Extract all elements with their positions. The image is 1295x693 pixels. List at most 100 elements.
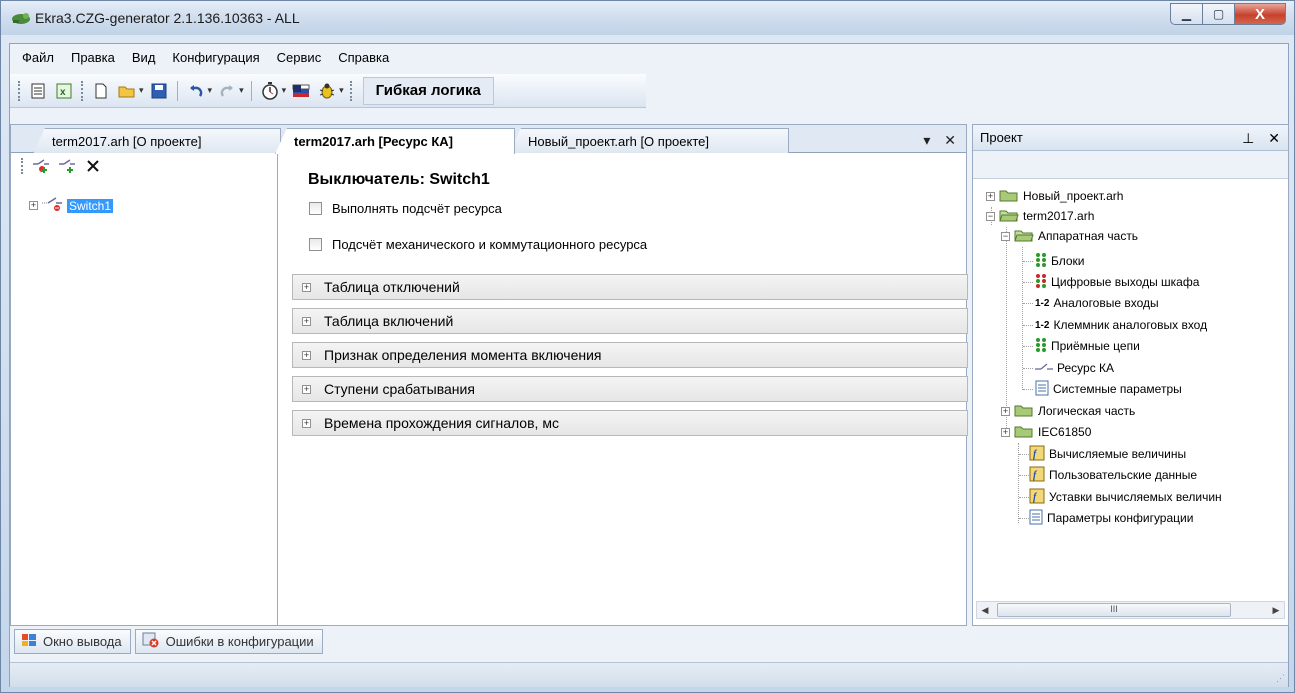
expand-icon[interactable]: + — [1001, 427, 1010, 437]
tree-node-receive-circuits[interactable]: Приёмные цепи — [1035, 337, 1140, 355]
scroll-thumb[interactable]: III — [997, 603, 1231, 617]
resource-count-checkbox[interactable] — [309, 202, 322, 215]
expand-icon[interactable]: + — [302, 282, 311, 292]
tree-node-user-data[interactable]: f Пользовательские данные — [1029, 466, 1197, 484]
undo-button[interactable] — [185, 80, 207, 102]
save-button[interactable] — [148, 80, 170, 102]
collapse-icon[interactable]: − — [1001, 231, 1010, 241]
tab-list-dropdown-icon[interactable]: ▾ — [923, 132, 930, 148]
menu-edit[interactable]: Правка — [71, 50, 115, 65]
section-close-moment[interactable]: + Признак определения момента включения — [292, 342, 968, 368]
scroll-right-icon[interactable]: ▶ — [1268, 605, 1284, 616]
redo-dropdown-icon[interactable]: ▾ — [239, 85, 244, 96]
project-panel-controls: ⊥ ✕ — [1232, 130, 1280, 147]
debug-dropdown-icon[interactable]: ▾ — [339, 85, 344, 96]
section-signal-times[interactable]: + Времена прохождения сигналов, мс — [292, 410, 968, 436]
tree-node-label: Ресурс КА — [1057, 361, 1115, 375]
tree-node-label: Параметры конфигурации — [1047, 511, 1194, 525]
expand-icon[interactable]: + — [29, 201, 38, 210]
tree-node-label: Уставки вычисляемых величин — [1049, 490, 1222, 504]
project-panel-toolbar — [973, 151, 1288, 179]
menu-file[interactable]: Файл — [22, 50, 54, 65]
menu-service[interactable]: Сервис — [277, 50, 322, 65]
section-operation-stages[interactable]: + Ступени срабатывания — [292, 376, 968, 402]
expand-icon[interactable]: + — [302, 350, 311, 360]
expand-icon[interactable]: + — [302, 384, 311, 394]
undo-dropdown-icon[interactable]: ▾ — [208, 85, 213, 96]
checkbox-row-resource[interactable]: Выполнять подсчёт ресурса — [309, 201, 502, 216]
resource-count-label: Выполнять подсчёт ресурса — [332, 201, 502, 216]
delete-switch-button[interactable] — [82, 155, 104, 177]
tree-node-analog-inputs[interactable]: 1-2 Аналоговые входы — [1035, 294, 1159, 312]
tree-node-digital-outputs[interactable]: Цифровые выходы шкафа — [1035, 273, 1199, 291]
open-dropdown-icon[interactable]: ▾ — [139, 85, 144, 96]
tab-config-errors[interactable]: Ошибки в конфигурации — [134, 629, 323, 654]
copy-switch-icon — [59, 159, 75, 173]
timer-dropdown-icon[interactable]: ▾ — [282, 85, 287, 96]
add-switch-icon — [33, 159, 49, 173]
maximize-button[interactable]: ▢ — [1202, 3, 1234, 25]
tree-node-config-params[interactable]: Параметры конфигурации — [1029, 509, 1193, 527]
tree-node-label[interactable]: Switch1 — [67, 198, 114, 213]
mechanical-resource-checkbox[interactable] — [309, 238, 322, 251]
section-close-table[interactable]: + Таблица включений — [292, 308, 968, 334]
debug-button[interactable] — [316, 80, 338, 102]
tree-node-logic[interactable]: + Логическая часть — [1001, 402, 1135, 420]
tree-node-term2017[interactable]: − term2017.arh — [986, 207, 1094, 225]
folder-icon — [1014, 403, 1034, 420]
new-file-button[interactable] — [90, 80, 112, 102]
scroll-left-icon[interactable]: ◀ — [977, 605, 993, 616]
tab-new-project-about[interactable]: Новый_проект.arh [О проекте] — [509, 128, 789, 153]
redo-button[interactable] — [216, 80, 238, 102]
close-icon: X — [1254, 5, 1265, 23]
table-view-button[interactable] — [27, 80, 49, 102]
tab-close-icon[interactable]: ✕ — [944, 132, 956, 148]
flex-logic-button[interactable]: Гибкая логика — [362, 76, 494, 105]
tree-node-iec61850[interactable]: + IEC61850 — [1001, 423, 1091, 441]
expand-icon[interactable]: + — [986, 191, 995, 201]
toolbar-grip[interactable] — [18, 80, 21, 101]
checkbox-row-mechanical[interactable]: Подсчёт механического и коммутационного … — [309, 237, 647, 252]
tree-node-computed-settings[interactable]: f Уставки вычисляемых величин — [1029, 488, 1222, 506]
project-horizontal-scrollbar[interactable]: ◀ III ▶ — [976, 601, 1285, 619]
tree-node-breaker-resource[interactable]: Ресурс КА — [1035, 359, 1114, 377]
language-button[interactable] — [290, 80, 312, 102]
tree-node-hardware[interactable]: − Аппаратная часть — [1001, 227, 1138, 245]
resize-grip-icon[interactable]: ⋰ — [1276, 673, 1285, 684]
toolbar-separator — [176, 80, 178, 101]
expand-icon[interactable]: + — [302, 418, 311, 428]
toolbar-grip-2[interactable] — [81, 80, 84, 101]
panel-close-icon[interactable]: ✕ — [1268, 130, 1280, 146]
expand-icon[interactable]: + — [1001, 406, 1010, 416]
menu-help[interactable]: Справка — [338, 50, 389, 65]
open-folder-button[interactable] — [116, 80, 138, 102]
pin-icon[interactable]: ⊥ — [1242, 130, 1254, 146]
tree-node-switch1[interactable]: + Switch1 — [29, 197, 114, 214]
tree-node-analog-terminal[interactable]: 1-2 Клеммник аналоговых вход — [1035, 316, 1207, 334]
section-trip-table[interactable]: + Таблица отключений — [292, 274, 968, 300]
tab-output-window[interactable]: Окно вывода — [14, 629, 131, 654]
menu-bar: Файл Правка Вид Конфигурация Сервис Спра… — [10, 44, 1288, 70]
add-switch-copy-button[interactable] — [56, 155, 78, 177]
tree-node-blocks[interactable]: Блоки — [1035, 252, 1085, 270]
collapse-icon[interactable]: − — [986, 211, 995, 221]
add-switch-button[interactable] — [30, 155, 52, 177]
excel-export-button[interactable]: x — [53, 80, 75, 102]
save-icon — [151, 83, 167, 98]
tab-term2017-resource[interactable]: term2017.arh [Ресурс КА] — [275, 128, 515, 154]
excel-icon: x — [56, 83, 72, 98]
menu-configuration[interactable]: Конфигурация — [172, 50, 259, 65]
tree-node-new-project[interactable]: + Новый_проект.arh — [986, 187, 1123, 205]
tab-term2017-about[interactable]: term2017.arh [О проекте] — [33, 128, 281, 153]
timer-button[interactable] — [259, 80, 281, 102]
minimize-button[interactable]: ▁ — [1170, 3, 1202, 25]
project-panel-title: Проект — [980, 130, 1023, 145]
menu-view[interactable]: Вид — [132, 50, 156, 65]
close-button[interactable]: X — [1234, 3, 1286, 25]
tree-node-computed-values[interactable]: f Вычисляемые величины — [1029, 445, 1186, 463]
tree-node-system-params[interactable]: Системные параметры — [1035, 380, 1182, 398]
toolbar-grip-3[interactable] — [349, 80, 353, 101]
open-folder-icon — [118, 86, 135, 97]
document-area: term2017.arh [О проекте] term2017.arh [Р… — [10, 124, 968, 626]
expand-icon[interactable]: + — [302, 316, 311, 326]
